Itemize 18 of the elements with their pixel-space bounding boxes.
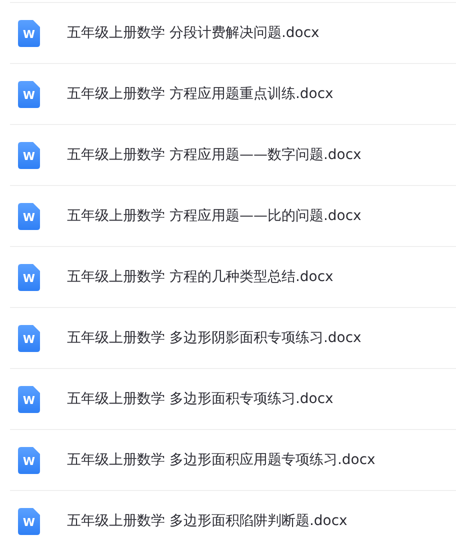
word-document-icon: W [18,202,40,230]
file-name[interactable]: 五年级上册数学 方程应用题——比的问题.docx [67,207,362,225]
file-name[interactable]: 五年级上册数学 方程的几种类型总结.docx [67,268,334,286]
word-document-icon: W [18,142,40,168]
file-name[interactable]: 五年级上册数学 多边形面积应用题专项练习.docx [67,451,376,469]
file-name[interactable]: 五年级上册数学 多边形面积陷阱判断题.docx [67,512,348,530]
word-document-icon: W [18,324,40,352]
file-name[interactable]: 五年级上册数学 方程应用题——数字问题.docx [67,146,362,164]
word-document-icon: W [18,264,40,290]
file-name[interactable]: 五年级上册数学 分段计费解决问题.docx [67,24,320,42]
file-name[interactable]: 五年级上册数学 多边形面积专项练习.docx [67,390,334,408]
word-document-icon: W [18,508,40,534]
word-document-icon: W [18,446,40,474]
file-name[interactable]: 五年级上册数学 方程应用题重点训练.docx [67,85,334,103]
word-document-icon: W [18,80,40,108]
word-document-icon: W [18,386,40,412]
file-name[interactable]: 五年级上册数学 多边形阴影面积专项练习.docx [67,329,362,347]
word-document-icon: W [18,20,40,46]
